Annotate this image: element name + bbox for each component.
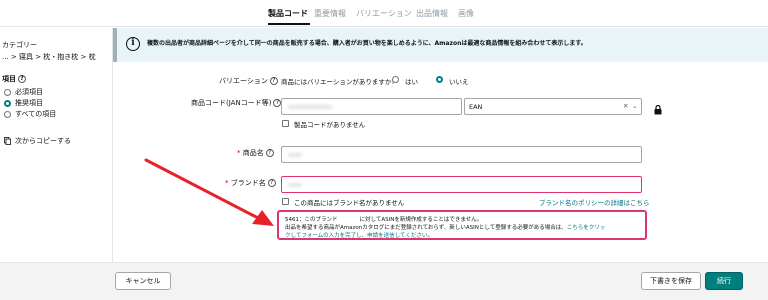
arrow-annotation <box>144 158 274 226</box>
footer-bar: キャンセル 下書きを保存 続行 <box>0 262 768 300</box>
cancel-button[interactable]: キャンセル <box>115 272 171 290</box>
save-draft-button[interactable]: 下書きを保存 <box>641 272 701 290</box>
submit-button[interactable]: 続行 <box>705 272 743 290</box>
